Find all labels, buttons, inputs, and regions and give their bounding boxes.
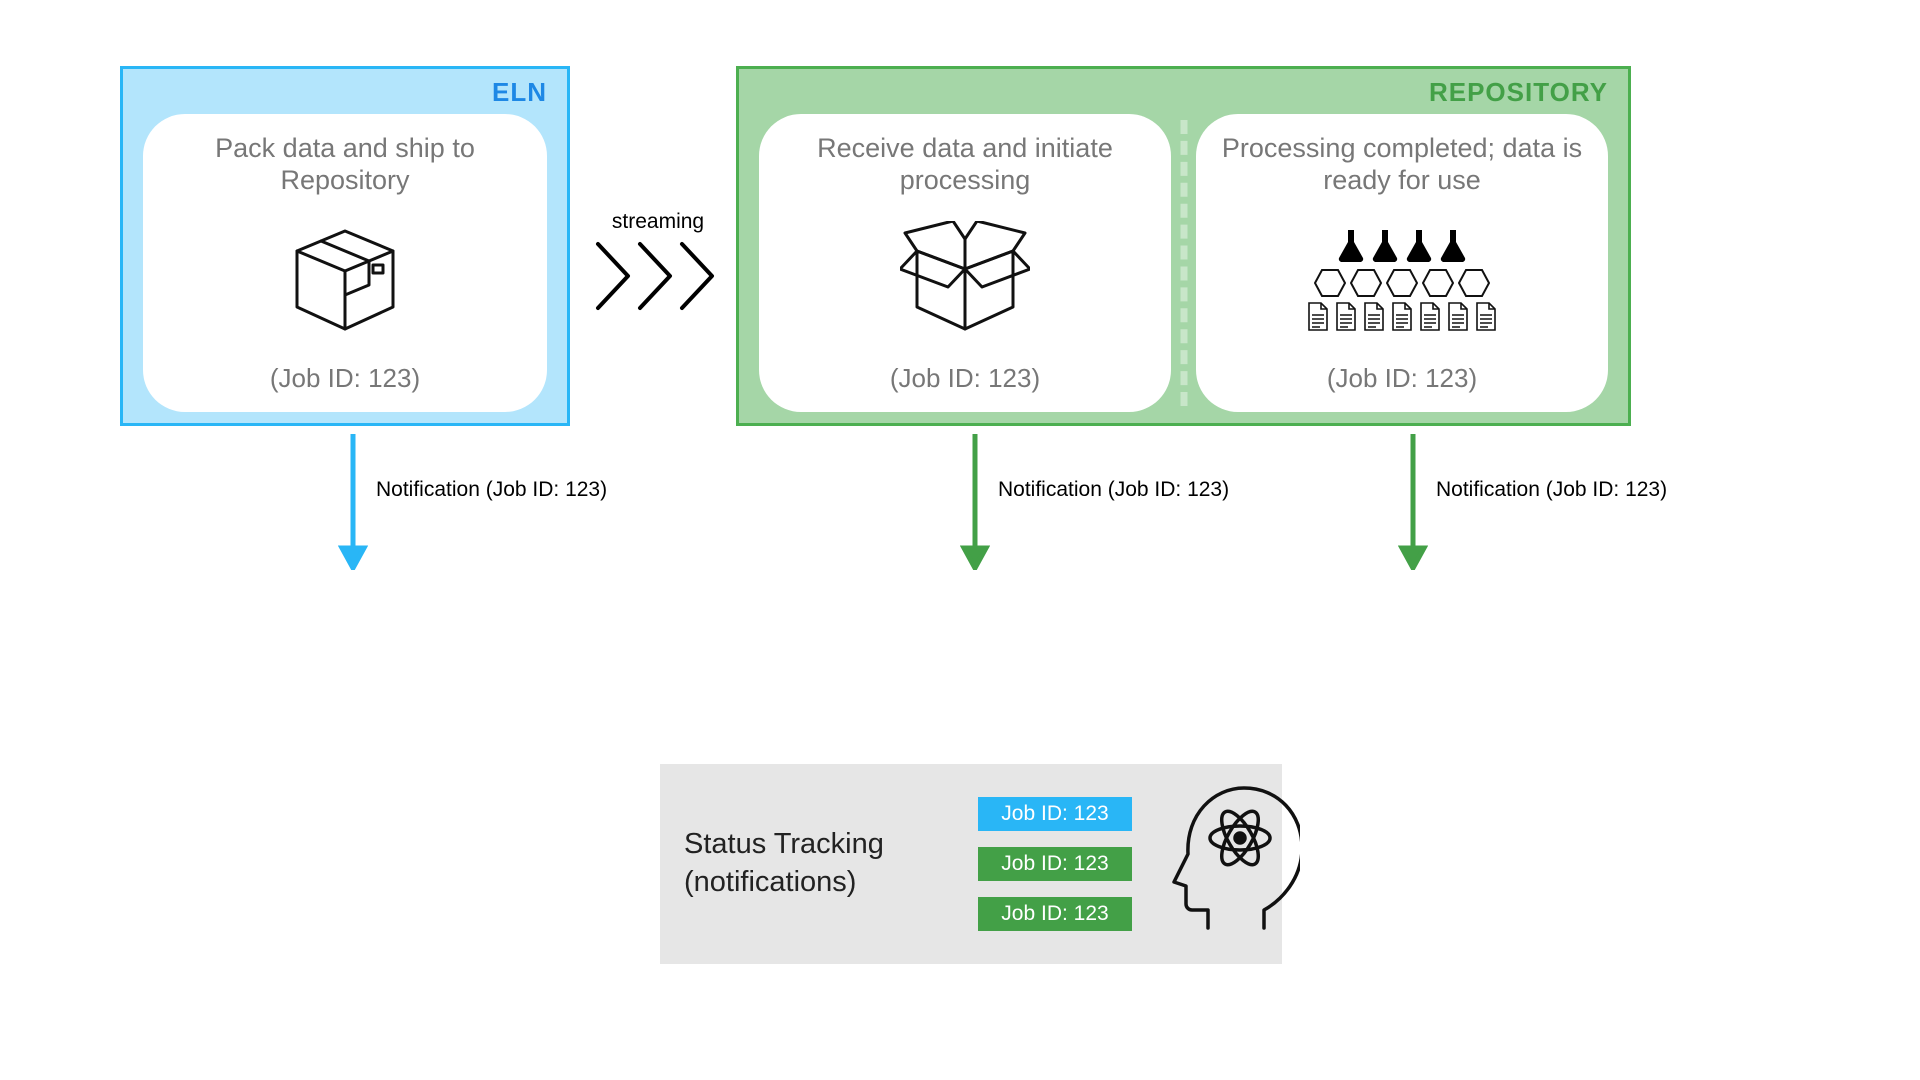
chevrons-icon [588, 240, 728, 312]
status-badges: Job ID: 123 Job ID: 123 Job ID: 123 [978, 797, 1132, 931]
repo-receive-notification-label: Notification (Job ID: 123) [998, 478, 1229, 502]
status-line2: (notifications) [684, 866, 856, 898]
repo-receive-title: Receive data and initiate processing [781, 132, 1149, 197]
hexagon-row [1314, 268, 1490, 298]
eln-card-title: Pack data and ship to Repository [165, 132, 525, 197]
repository-title: REPOSITORY [759, 77, 1608, 108]
status-line1: Status Tracking [684, 828, 884, 860]
eln-notification-label: Notification (Job ID: 123) [376, 478, 607, 502]
repository-container: REPOSITORY Receive data and initiate pro… [736, 66, 1631, 426]
head-atom-icon [1170, 780, 1300, 930]
eln-card: Pack data and ship to Repository (Job ID… [143, 114, 547, 412]
eln-title: ELN [143, 77, 547, 108]
status-badge: Job ID: 123 [978, 797, 1132, 831]
repo-done-arrow-icon [1398, 434, 1428, 570]
eln-arrow-icon [338, 434, 368, 570]
repo-done-jobid: (Job ID: 123) [1327, 363, 1477, 394]
flask-row [1336, 228, 1468, 264]
status-tracking-title: Status Tracking (notifications) [684, 826, 972, 901]
streaming-connector: streaming [588, 210, 728, 312]
open-box-icon [900, 197, 1030, 363]
streaming-label: streaming [588, 210, 728, 234]
repo-receive-jobid: (Job ID: 123) [890, 363, 1040, 394]
repo-done-notification-label: Notification (Job ID: 123) [1436, 478, 1667, 502]
document-row [1306, 302, 1498, 332]
status-badge: Job ID: 123 [978, 847, 1132, 881]
status-badge: Job ID: 123 [978, 897, 1132, 931]
eln-card-jobid: (Job ID: 123) [270, 363, 420, 394]
repo-done-title: Processing completed; data is ready for … [1218, 132, 1586, 197]
closed-box-icon [285, 197, 405, 363]
data-ready-icons [1306, 228, 1498, 332]
eln-container: ELN Pack data and ship to Repository (Jo… [120, 66, 570, 426]
repo-done-card: Processing completed; data is ready for … [1196, 114, 1608, 412]
repo-receive-card: Receive data and initiate processing [759, 114, 1171, 412]
divider [1180, 120, 1187, 406]
repo-receive-arrow-icon [960, 434, 990, 570]
